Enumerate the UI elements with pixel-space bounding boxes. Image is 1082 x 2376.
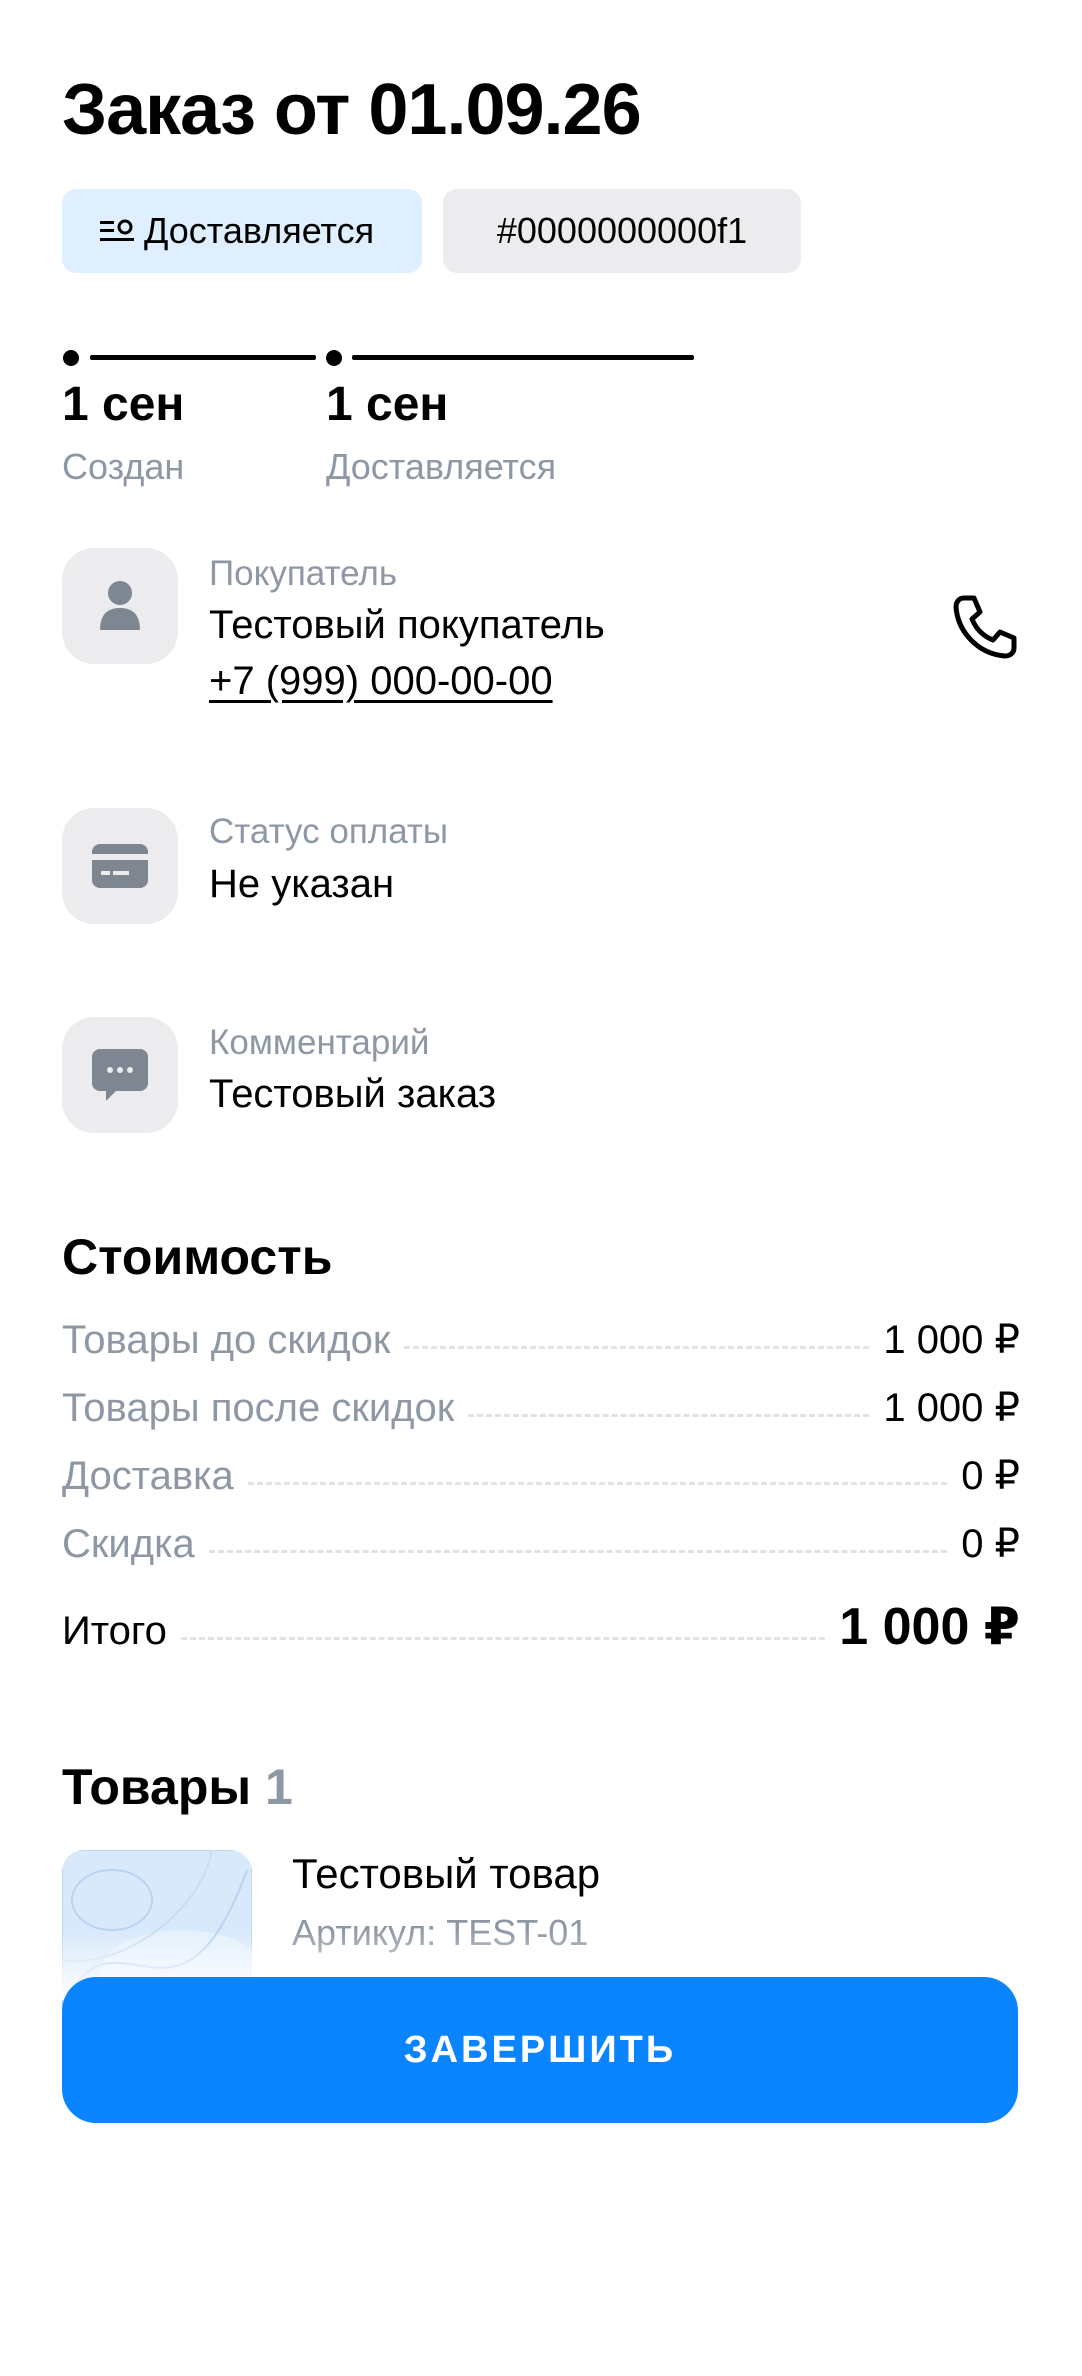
status-badge-label: Доставляется xyxy=(144,210,375,251)
order-id-label: #0000000000f1 xyxy=(496,210,748,251)
order-id-badge[interactable]: #0000000000f1 xyxy=(443,189,801,273)
comment-label: Комментарий xyxy=(209,1023,430,1062)
dotted-leader xyxy=(404,1346,870,1349)
cost-heading: Стоимость xyxy=(62,1229,333,1285)
dotted-leader xyxy=(247,1482,948,1485)
page-title: Заказ от 01.09.26 xyxy=(62,70,642,150)
buyer-label: Покупатель xyxy=(209,554,398,593)
cost-row-label: Скидка xyxy=(62,1522,195,1566)
timeline-line-delivering xyxy=(352,355,694,360)
dotted-leader xyxy=(208,1550,948,1553)
products-heading: Товары 1 xyxy=(62,1755,293,1819)
timeline-line-created xyxy=(90,355,316,360)
status-badge[interactable]: Доставляется xyxy=(62,189,422,273)
cost-row: Скидка 0 ₽ xyxy=(62,1521,1020,1567)
buyer-name: Тестовый покупатель xyxy=(209,603,605,647)
finish-order-button[interactable]: ЗАВЕРШИТЬ xyxy=(62,1977,1018,2123)
cost-total-row: Итого 1 000 ₽ xyxy=(62,1597,1020,1657)
card-icon xyxy=(92,844,148,888)
cost-row-label: Товары после скидок xyxy=(62,1386,455,1430)
cost-row: Доставка 0 ₽ xyxy=(62,1453,1020,1499)
dotted-leader xyxy=(180,1637,826,1640)
cost-total-value: 1 000 ₽ xyxy=(839,1598,1020,1656)
buyer-icon-box xyxy=(62,548,178,664)
timeline-label-delivering: Доставляется xyxy=(326,446,557,487)
products-heading-label: Товары xyxy=(62,1759,252,1815)
cost-row-value: 1 000 ₽ xyxy=(883,1318,1020,1362)
timeline-date-delivering: 1 сен xyxy=(326,378,449,431)
phone-icon[interactable] xyxy=(950,592,1020,662)
timeline-label-created: Создан xyxy=(62,446,185,487)
product-name[interactable]: Тестовый товар xyxy=(292,1847,600,1901)
timeline-dot-delivering xyxy=(326,350,342,366)
cost-row: Товары до скидок 1 000 ₽ xyxy=(62,1317,1020,1363)
dotted-leader xyxy=(468,1414,870,1417)
products-count: 1 xyxy=(264,1759,293,1815)
cost-row-value: 0 ₽ xyxy=(961,1522,1020,1566)
comment-icon-box xyxy=(62,1017,178,1133)
buyer-phone-link[interactable]: +7 (999) 000-00-00 xyxy=(209,655,553,707)
cost-row-value: 1 000 ₽ xyxy=(883,1386,1020,1430)
cost-row-label: Доставка xyxy=(62,1454,234,1498)
chat-bubble-icon xyxy=(92,1049,148,1101)
comment-value: Тестовый заказ xyxy=(209,1072,497,1116)
payment-icon-box xyxy=(62,808,178,924)
cost-row-value: 0 ₽ xyxy=(961,1454,1020,1498)
timeline-dot-created xyxy=(63,350,79,366)
cost-row-label: Товары до скидок xyxy=(62,1318,391,1362)
user-icon xyxy=(100,581,140,630)
list-status-icon xyxy=(100,219,134,241)
order-details-screen: Заказ от 01.09.26 Доставляется #00000000… xyxy=(0,0,1082,2376)
timeline-date-created: 1 сен xyxy=(62,378,185,431)
payment-value: Не указан xyxy=(209,862,395,906)
cost-row: Товары после скидок 1 000 ₽ xyxy=(62,1385,1020,1431)
payment-label: Статус оплаты xyxy=(209,812,449,851)
cost-total-label: Итого xyxy=(62,1609,167,1653)
